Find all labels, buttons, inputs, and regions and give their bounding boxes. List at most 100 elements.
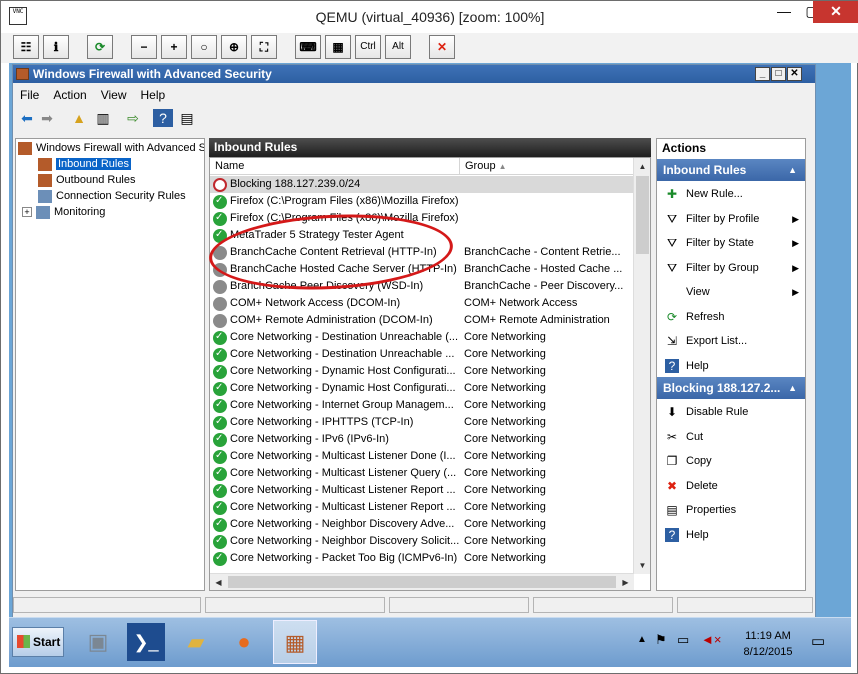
table-row[interactable]: Core Networking - Internet Group Managem…: [210, 397, 634, 414]
back-icon[interactable]: ⬅: [17, 109, 37, 127]
action-copy[interactable]: ❐ Copy: [657, 449, 805, 473]
table-row[interactable]: Core Networking - Multicast Listener Don…: [210, 448, 634, 465]
file-explorer-icon[interactable]: ▰: [177, 623, 215, 661]
export-icon[interactable]: ⇨: [123, 109, 143, 127]
zoom-auto-icon[interactable]: ⊕: [221, 35, 247, 59]
ctrl-alt-del-icon[interactable]: ▦: [325, 35, 351, 59]
action-filter-by-profile[interactable]: ⛛ Filter by Profile ▶: [657, 207, 805, 231]
clipboard-icon[interactable]: ☷: [13, 35, 39, 59]
help-icon[interactable]: ?: [153, 109, 173, 127]
table-row[interactable]: Firefox (C:\Program Files (x86)\Mozilla …: [210, 193, 634, 210]
table-row[interactable]: Core Networking - Multicast Listener Que…: [210, 465, 634, 482]
server-manager-icon[interactable]: ▣: [79, 623, 117, 661]
table-row[interactable]: COM+ Remote Administration (DCOM-In) COM+…: [210, 312, 634, 329]
minimize-button[interactable]: —: [771, 1, 797, 23]
taskbar: Start ▣ ❯_ ▰ ● ▦ ▲ ⚑ ▭ ◄× 11:19 AM 8/12/…: [9, 617, 851, 667]
alt-key-icon[interactable]: Alt: [385, 35, 411, 59]
action-help[interactable]: ? Help: [657, 523, 805, 547]
firefox-icon[interactable]: ●: [225, 623, 263, 661]
show-hide-tree-icon[interactable]: ▥: [93, 109, 113, 127]
vertical-scrollbar[interactable]: ▲ ▼: [633, 158, 650, 574]
expand-icon[interactable]: +: [22, 207, 32, 217]
action-new-rule[interactable]: ✚ New Rule...: [657, 182, 805, 206]
action-cut[interactable]: ✂ Cut: [657, 425, 805, 449]
zoom-reset-icon[interactable]: ○: [191, 35, 217, 59]
table-row[interactable]: BranchCache Peer Discovery (WSD-In) Branc…: [210, 278, 634, 295]
menu-action[interactable]: Action: [46, 84, 93, 102]
menu-help[interactable]: Help: [134, 84, 173, 102]
send-keys-icon[interactable]: ⌨: [295, 35, 321, 59]
scroll-right-icon[interactable]: ▶: [617, 574, 634, 590]
collapse-icon[interactable]: ▲: [788, 159, 797, 181]
zoom-in-icon[interactable]: +: [161, 35, 187, 59]
tree-item-monitoring[interactable]: + Monitoring: [22, 205, 105, 221]
fullscreen-icon[interactable]: ⛶: [251, 35, 277, 59]
hscroll-thumb[interactable]: [228, 576, 616, 588]
table-row[interactable]: BranchCache Content Retrieval (HTTP-In) B…: [210, 244, 634, 261]
table-row[interactable]: Core Networking - Neighbor Discovery Sol…: [210, 533, 634, 550]
zoom-out-icon[interactable]: −: [131, 35, 157, 59]
collapse-icon[interactable]: ▲: [788, 377, 797, 399]
close-button[interactable]: ✕: [813, 1, 858, 23]
table-row[interactable]: Core Networking - IPHTTPS (TCP-In) Core N…: [210, 414, 634, 431]
action-disable-rule[interactable]: ⬇ Disable Rule: [657, 400, 805, 424]
table-row[interactable]: Core Networking - Dynamic Host Configura…: [210, 363, 634, 380]
menu-view[interactable]: View: [94, 84, 134, 102]
table-row[interactable]: Core Networking - Packet Too Big (ICMPv6…: [210, 550, 634, 567]
table-row[interactable]: Firefox (C:\Program Files (x86)\Mozilla …: [210, 210, 634, 227]
show-hidden-icons-icon[interactable]: ▲: [637, 634, 647, 645]
table-row[interactable]: Core Networking - Destination Unreachabl…: [210, 346, 634, 363]
table-row[interactable]: MetaTrader 5 Strategy Tester Agent: [210, 227, 634, 244]
scroll-down-icon[interactable]: ▼: [634, 557, 650, 574]
table-row[interactable]: Core Networking - Neighbor Discovery Adv…: [210, 516, 634, 533]
show-hide-action-pane-icon[interactable]: ▤: [177, 109, 197, 127]
mmc-close-button[interactable]: ✕: [787, 67, 802, 81]
scroll-thumb[interactable]: [636, 176, 649, 254]
firewall-taskbar-icon[interactable]: ▦: [273, 620, 317, 664]
ctrl-key-icon[interactable]: Ctrl: [355, 35, 381, 59]
column-header-name[interactable]: Name: [210, 158, 460, 175]
table-row[interactable]: Core Networking - Multicast Listener Rep…: [210, 482, 634, 499]
table-row[interactable]: BranchCache Hosted Cache Server (HTTP-In…: [210, 261, 634, 278]
forward-icon[interactable]: ➡: [37, 109, 57, 127]
clock[interactable]: 11:19 AM 8/12/2015: [733, 628, 803, 660]
actions-section-inbound-rules[interactable]: Inbound Rules ▲: [657, 159, 805, 181]
actions-section-selected-rule[interactable]: Blocking 188.127.2... ▲: [657, 377, 805, 399]
network-icon[interactable]: ▭: [677, 632, 689, 648]
table-row[interactable]: Core Networking - IPv6 (IPv6-In) Core Net…: [210, 431, 634, 448]
column-header-group[interactable]: Group ▲: [460, 158, 634, 175]
refresh-icon[interactable]: ⟳: [87, 35, 113, 59]
mmc-maximize-button[interactable]: □: [771, 67, 786, 81]
notification-flag-icon[interactable]: ⚑: [655, 632, 667, 648]
show-desktop-icon[interactable]: ▭: [811, 632, 825, 650]
action-view[interactable]: View ▶: [657, 280, 805, 304]
action-filter-by-state[interactable]: ⛛ Filter by State ▶: [657, 231, 805, 255]
disconnect-icon[interactable]: ✕: [429, 35, 455, 59]
tree-item-outbound-rules[interactable]: Outbound Rules: [38, 173, 136, 189]
table-row[interactable]: Core Networking - Dynamic Host Configura…: [210, 380, 634, 397]
info-icon[interactable]: ℹ: [43, 35, 69, 59]
tree-item-inbound-rules[interactable]: Inbound Rules: [38, 157, 131, 173]
action-refresh[interactable]: ⟳ Refresh: [657, 305, 805, 329]
tree-root[interactable]: Windows Firewall with Advanced S: [18, 141, 204, 157]
mmc-minimize-button[interactable]: _: [755, 67, 770, 81]
menu-file[interactable]: File: [13, 84, 46, 102]
tree-item-connection-security-rules[interactable]: Connection Security Rules: [38, 189, 186, 205]
scroll-left-icon[interactable]: ◀: [210, 574, 227, 590]
scroll-up-icon[interactable]: ▲: [634, 158, 650, 175]
up-folder-icon[interactable]: ▲: [69, 109, 89, 127]
action-export-list[interactable]: ⇲ Export List...: [657, 329, 805, 353]
action-properties[interactable]: ▤ Properties: [657, 498, 805, 522]
action-delete[interactable]: ✖ Delete: [657, 474, 805, 498]
start-button[interactable]: Start: [12, 627, 64, 657]
enabled-rule-icon: [213, 228, 227, 243]
table-row[interactable]: COM+ Network Access (DCOM-In) COM+ Networ…: [210, 295, 634, 312]
horizontal-scrollbar[interactable]: ◀ ▶: [210, 573, 634, 590]
table-row[interactable]: Core Networking - Multicast Listener Rep…: [210, 499, 634, 516]
powershell-icon[interactable]: ❯_: [127, 623, 165, 661]
action-help[interactable]: ? Help: [657, 354, 805, 378]
volume-muted-icon[interactable]: ◄×: [701, 632, 721, 647]
table-row[interactable]: Blocking 188.127.239.0/24: [210, 176, 634, 193]
action-filter-by-group[interactable]: ⛛ Filter by Group ▶: [657, 256, 805, 280]
table-row[interactable]: Core Networking - Destination Unreachabl…: [210, 329, 634, 346]
